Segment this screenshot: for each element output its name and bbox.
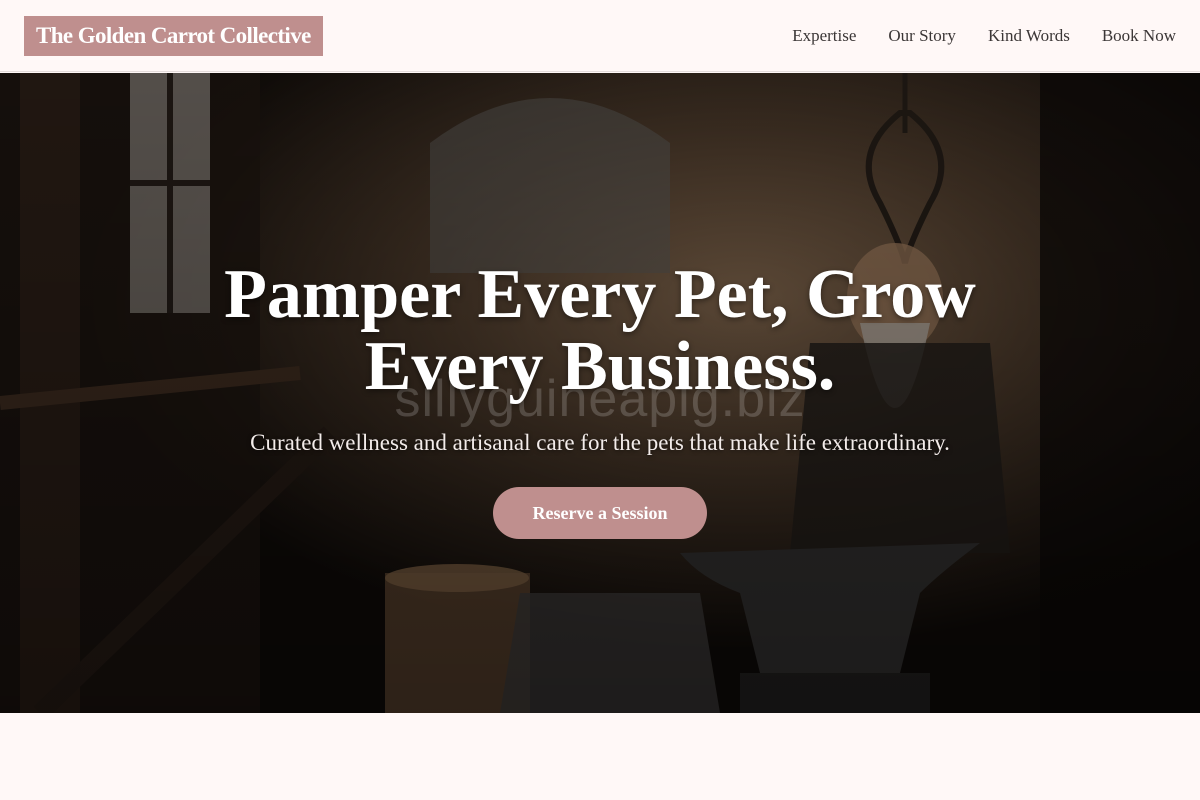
hero-content: sillyguineapig.biz Pamper Every Pet, Gro… bbox=[0, 73, 1200, 713]
nav-link-expertise[interactable]: Expertise bbox=[792, 26, 856, 46]
reserve-session-button[interactable]: Reserve a Session bbox=[493, 487, 707, 539]
nav-link-book-now[interactable]: Book Now bbox=[1102, 26, 1176, 46]
nav-link-kind-words[interactable]: Kind Words bbox=[988, 26, 1070, 46]
main-nav: Expertise Our Story Kind Words Book Now bbox=[792, 26, 1176, 46]
nav-link-our-story[interactable]: Our Story bbox=[888, 26, 956, 46]
hero-section: sillyguineapig.biz Pamper Every Pet, Gro… bbox=[0, 73, 1200, 713]
page-body-below-hero bbox=[0, 713, 1200, 800]
brand-logo[interactable]: The Golden Carrot Collective bbox=[24, 15, 323, 56]
hero-headline: Pamper Every Pet, Grow Every Business. bbox=[224, 256, 976, 405]
top-navigation-bar: The Golden Carrot Collective Expertise O… bbox=[0, 0, 1200, 72]
hero-subheadline: Curated wellness and artisanal care for … bbox=[250, 430, 950, 455]
